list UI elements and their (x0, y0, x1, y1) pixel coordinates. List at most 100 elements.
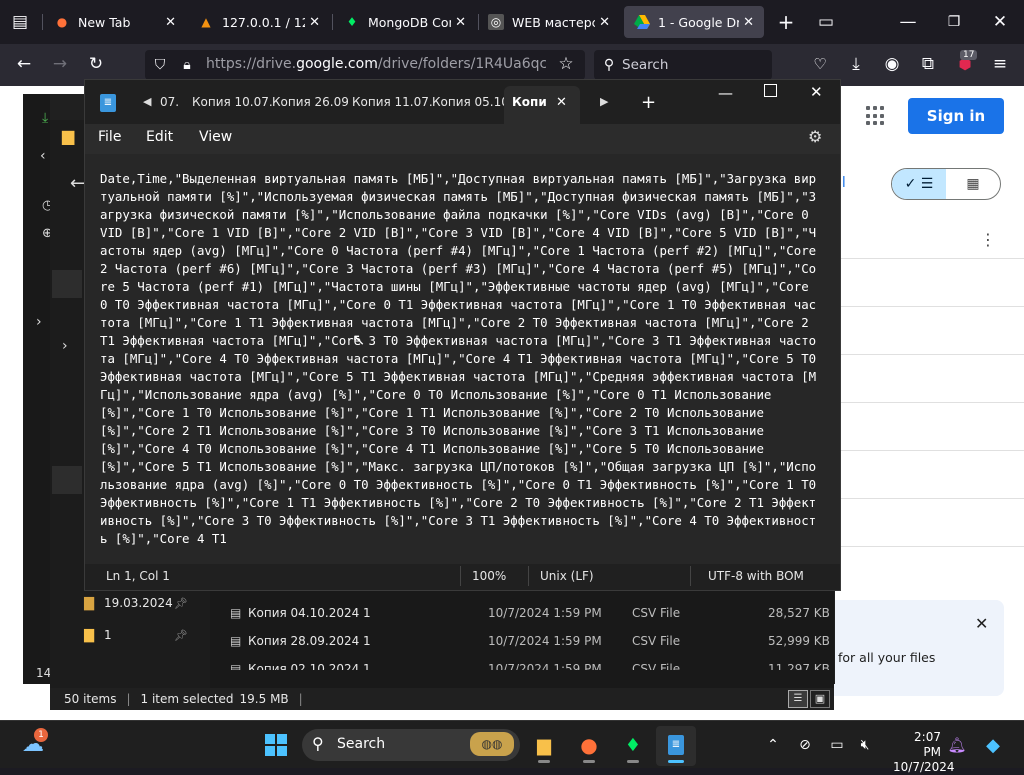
notepad-tab[interactable]: Копия 11.07. (352, 95, 433, 109)
firefox-view-icon[interactable]: ▭ (816, 12, 836, 32)
pocket-icon[interactable]: ♡ (810, 54, 830, 74)
list-view-icon[interactable]: ✓ ☰ (892, 169, 946, 199)
close-tab-icon[interactable]: ✕ (556, 95, 567, 110)
close-window-icon[interactable]: ✕ (810, 83, 823, 101)
maximize-icon[interactable] (764, 84, 777, 97)
explorer-status-bar: 50 items | 1 item selected 19.5 MB | (50, 688, 834, 710)
file-date: 10/7/2024 1:59 PM (488, 606, 602, 620)
browser-tab-web-workshop[interactable]: ◎ WEB мастерска ✕ (478, 6, 620, 38)
show-hidden-icons-chevron-icon[interactable]: ⌃ (760, 732, 786, 758)
network-disconnected-icon[interactable]: ⊘ (792, 732, 818, 758)
browser-tab-phpmyadmin[interactable]: ▲ 127.0.0.1 / 127.0. ✕ (188, 6, 330, 38)
row-divider (835, 402, 1024, 403)
close-tab-icon[interactable]: ✕ (743, 15, 754, 30)
volume-muted-icon[interactable]: 🔇︎ (852, 732, 878, 758)
notepad-tab[interactable]: Копия 05.10. (432, 95, 513, 109)
notepad-tab[interactable]: Копия 10.07. (192, 95, 273, 109)
pin-icon[interactable]: 📌︎ (174, 597, 188, 610)
notepad-tab[interactable]: 07. (160, 95, 179, 109)
csv-file-icon: ▤ (230, 606, 242, 620)
extensions-icon[interactable]: ⧉ (918, 54, 938, 74)
file-size: 11,297 KB (768, 662, 830, 670)
settings-gear-icon[interactable]: ⚙ (808, 127, 822, 146)
browser-tab-google-drive[interactable]: 1 - Google Drive ✕ (624, 6, 764, 38)
tiles-view-icon[interactable]: ▣ (810, 690, 830, 708)
google-apps-icon[interactable] (866, 106, 886, 126)
file-explorer-taskbar-icon[interactable]: ▆ (531, 732, 557, 758)
tab-scroll-right-icon[interactable]: ▶ (600, 95, 608, 108)
notepad-text-area[interactable]: Date,Time,"Выделенная виртуальная память… (100, 170, 822, 558)
search-highlight-icon[interactable]: ◍◍ (470, 732, 514, 756)
notification-bell-icon[interactable]: 🔔︎ (944, 732, 970, 758)
view-menu[interactable]: View (199, 129, 232, 145)
tab-scroll-left-icon[interactable]: ◀ (143, 95, 151, 108)
new-tab-icon[interactable]: + (776, 12, 796, 32)
copilot-icon[interactable]: ◆ (980, 732, 1006, 758)
details-view-icon[interactable]: ☰ (788, 690, 808, 708)
url-text[interactable]: https://drive.google.com/drive/folders/1… (206, 56, 546, 72)
taskbar-clock[interactable]: 2:07 PM 10/7/2024 (893, 730, 955, 775)
sidebar-selection (52, 270, 82, 298)
display-icon[interactable]: ▭ (824, 732, 850, 758)
sidebar-folder-label[interactable]: 1 (104, 628, 112, 642)
reload-icon[interactable]: ↻ (86, 54, 106, 74)
chevron-left-icon[interactable]: ‹ (40, 148, 46, 164)
windows-start-icon[interactable] (263, 732, 289, 758)
tracking-shield-icon[interactable]: ⛉ (150, 55, 170, 75)
close-window-icon[interactable]: ✕ (990, 12, 1010, 32)
sign-in-button[interactable]: Sign in (908, 98, 1004, 134)
row-divider (835, 450, 1024, 451)
expand-chevron-icon[interactable]: › (36, 314, 42, 330)
left-count-label: 14 (36, 666, 52, 680)
firefox-taskbar-icon[interactable]: ● (576, 732, 602, 758)
zoom-level: 100% (472, 569, 507, 583)
file-name: Копия 28.09.2024 1 (248, 634, 371, 648)
file-menu[interactable]: File (98, 129, 121, 145)
folder-icon: ▆ (62, 126, 75, 145)
forward-arrow-icon[interactable]: → (50, 54, 70, 74)
account-icon[interactable]: ◉ (882, 54, 902, 74)
close-icon[interactable]: ✕ (975, 614, 988, 633)
extension-badge: 17 (960, 50, 978, 60)
lock-icon[interactable]: 🔒︎ (178, 55, 196, 75)
notepad-taskbar-icon[interactable]: ≣ (663, 732, 689, 758)
running-indicator (627, 760, 639, 763)
search-bar[interactable] (594, 50, 772, 80)
back-arrow-icon[interactable]: ← (14, 54, 34, 74)
browser-tab-bar: ▤ ● New Tab ✕ ▲ 127.0.0.1 / 127.0. ✕ ♦ M… (0, 0, 1024, 44)
downloads-icon[interactable]: ⤓ (846, 54, 866, 74)
file-date: 10/7/2024 1:59 PM (488, 634, 602, 648)
file-encoding: UTF-8 with BOM (708, 569, 804, 583)
tab-list-icon[interactable]: ▤ (10, 12, 30, 32)
close-tab-icon[interactable]: ✕ (165, 15, 176, 30)
close-tab-icon[interactable]: ✕ (455, 15, 466, 30)
close-tab-icon[interactable]: ✕ (599, 15, 610, 30)
restore-icon[interactable]: ❐ (944, 12, 964, 32)
minimize-icon[interactable]: — (898, 12, 918, 32)
pin-icon[interactable]: 📌︎ (174, 629, 188, 642)
row-divider (835, 546, 1024, 547)
folder-icon: ▇ (84, 596, 94, 611)
notepad-tab[interactable]: Копия 26.09 (272, 95, 349, 109)
more-options-icon[interactable]: ⋮ (980, 230, 996, 249)
sidebar-folder-label[interactable]: 19.03.2024 (104, 596, 173, 610)
close-tab-icon[interactable]: ✕ (309, 15, 320, 30)
mouse-cursor-icon: ↖ (352, 330, 366, 349)
bookmark-star-icon[interactable]: ☆ (556, 54, 576, 74)
download-arrow-icon: ⤓ (42, 110, 49, 126)
status-separator: | (298, 692, 303, 706)
expand-chevron-icon[interactable]: › (62, 338, 68, 354)
minimize-icon[interactable]: — (718, 84, 733, 102)
browser-tab-mongodb[interactable]: ♦ MongoDB Comp ✕ (334, 6, 476, 38)
browser-tab-new-tab[interactable]: ● New Tab ✕ (44, 6, 186, 38)
notepad-app-icon: ≣ (100, 94, 116, 112)
tab-title: New Tab (78, 14, 131, 30)
menu-hamburger-icon[interactable]: ≡ (990, 54, 1010, 74)
mongodb-compass-taskbar-icon[interactable]: ♦ (620, 732, 646, 758)
file-name: Копия 04.10.2024 1 (248, 606, 371, 620)
back-arrow-icon[interactable]: ← (70, 173, 85, 194)
status-divider (460, 566, 461, 586)
new-tab-icon[interactable]: + (641, 92, 656, 113)
grid-view-icon[interactable]: ▦ (946, 169, 1000, 199)
edit-menu[interactable]: Edit (146, 129, 173, 145)
